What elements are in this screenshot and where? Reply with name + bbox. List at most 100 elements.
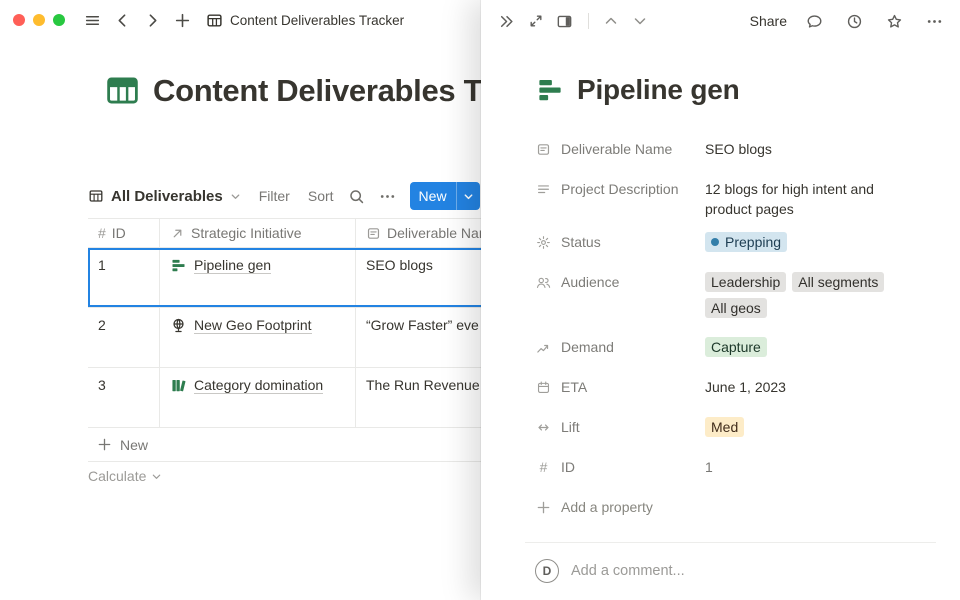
comment-placeholder: Add a comment...	[571, 563, 685, 579]
property-label-text: Lift	[561, 419, 580, 435]
cell-id[interactable]: 2	[88, 308, 160, 367]
calculate-button[interactable]: Calculate	[88, 468, 162, 484]
cell-strategic-initiative[interactable]: New Geo Footprint	[160, 308, 356, 367]
page-options-button[interactable]	[921, 8, 948, 35]
property-value[interactable]: Capture	[705, 330, 767, 357]
property-label-text: Audience	[561, 274, 619, 290]
bar-chart-page-icon-large[interactable]	[535, 75, 565, 105]
window-title: Content Deliverables Tracker	[230, 13, 404, 28]
demand-pill[interactable]: Capture	[705, 337, 767, 357]
search-icon	[348, 188, 365, 205]
plus-icon	[535, 500, 552, 515]
property-label-text: ID	[561, 459, 575, 475]
property-label-text: ETA	[561, 379, 587, 395]
globe-page-icon	[170, 317, 187, 334]
audience-pill[interactable]: Leadership	[705, 272, 786, 292]
property-value[interactable]: Prepping	[705, 225, 787, 252]
cell-strategic-initiative[interactable]: Category domination	[160, 368, 356, 427]
ellipsis-icon	[379, 188, 396, 205]
view-tab-all-deliverables[interactable]: All Deliverables	[88, 188, 241, 205]
lift-pill[interactable]: Med	[705, 417, 744, 437]
side-peek-panel: Share Pipeline gen	[481, 0, 960, 600]
window-controls	[13, 14, 65, 26]
share-button[interactable]: Share	[750, 13, 787, 29]
close-window-button[interactable]	[13, 14, 25, 26]
minimize-window-button[interactable]	[33, 14, 45, 26]
add-property-label: Add a property	[561, 499, 653, 515]
chevron-left-icon	[114, 12, 131, 29]
add-property-button[interactable]: Add a property	[535, 490, 920, 524]
section-divider	[525, 542, 936, 543]
favorite-button[interactable]	[881, 8, 908, 35]
property-label[interactable]: Status	[535, 225, 705, 259]
property-value[interactable]: SEO blogs	[705, 132, 772, 159]
property-value[interactable]: 12 blogs for high intent and product pag…	[705, 172, 920, 219]
page-link-pipeline-gen[interactable]: Pipeline gen	[170, 257, 271, 274]
side-peek-icon	[556, 13, 573, 30]
column-label: Strategic Initiative	[191, 225, 302, 241]
chevron-down-icon	[632, 13, 648, 29]
property-label[interactable]: Lift	[535, 410, 705, 444]
status-pill[interactable]: Prepping	[705, 232, 787, 252]
back-button[interactable]	[109, 7, 136, 34]
property-label[interactable]: Demand	[535, 330, 705, 364]
property-label-text: Demand	[561, 339, 614, 355]
toolbar-divider	[588, 13, 589, 29]
property-label[interactable]: ETA	[535, 370, 705, 404]
page-link-label: Category domination	[194, 377, 323, 394]
cell-strategic-initiative[interactable]: Pipeline gen	[160, 248, 356, 307]
audience-pill[interactable]: All segments	[792, 272, 884, 292]
status-sun-icon	[535, 235, 552, 250]
page-link-category-domination[interactable]: Category domination	[170, 377, 323, 394]
property-value[interactable]: June 1, 2023	[705, 370, 786, 397]
column-header-id[interactable]: # ID	[88, 219, 160, 247]
forward-button[interactable]	[139, 7, 166, 34]
open-full-page-button[interactable]	[522, 8, 549, 35]
next-record-button[interactable]	[626, 8, 653, 35]
page-link-label: Pipeline gen	[194, 257, 271, 274]
new-record-button[interactable]: New	[410, 182, 480, 210]
app-window: Content Deliverables Tracker Content Del…	[0, 0, 960, 600]
previous-record-button[interactable]	[597, 8, 624, 35]
clock-icon	[846, 13, 863, 30]
close-peek-button[interactable]	[493, 8, 520, 35]
chevron-down-icon[interactable]	[457, 191, 480, 202]
comment-input[interactable]: D Add a comment...	[535, 559, 920, 583]
new-page-button[interactable]	[169, 7, 196, 34]
property-value[interactable]: Med	[705, 410, 744, 437]
text-lines-icon	[535, 182, 552, 197]
title-property-icon	[366, 226, 381, 241]
property-row-demand: Demand Capture	[535, 330, 920, 364]
hash-icon: #	[535, 459, 552, 475]
property-label[interactable]: # ID	[535, 450, 705, 484]
new-record-label: New	[410, 188, 456, 204]
comments-button[interactable]	[801, 8, 828, 35]
peek-mode-button[interactable]	[551, 8, 578, 35]
column-header-strategic-initiative[interactable]: Strategic Initiative	[160, 219, 356, 247]
status-dot	[711, 238, 719, 246]
property-label[interactable]: Deliverable Name	[535, 132, 705, 166]
table-view-icon	[88, 188, 104, 204]
property-value[interactable]: 1	[705, 450, 713, 477]
filter-button[interactable]: Filter	[259, 188, 290, 204]
sidebar-toggle-button[interactable]	[79, 7, 106, 34]
search-button[interactable]	[348, 188, 365, 205]
hash-icon: #	[98, 225, 106, 241]
updates-button[interactable]	[841, 8, 868, 35]
column-label: ID	[112, 225, 126, 241]
view-name: All Deliverables	[111, 188, 223, 205]
record-title[interactable]: Pipeline gen	[577, 74, 740, 106]
zoom-window-button[interactable]	[53, 14, 65, 26]
star-icon	[886, 13, 903, 30]
sort-button[interactable]: Sort	[308, 188, 334, 204]
property-label[interactable]: Audience	[535, 265, 705, 299]
cell-id[interactable]: 3	[88, 368, 160, 427]
audience-pill[interactable]: All geos	[705, 298, 767, 318]
calendar-icon	[535, 380, 552, 395]
page-link-new-geo-footprint[interactable]: New Geo Footprint	[170, 317, 312, 334]
cell-id[interactable]: 1	[88, 248, 160, 307]
page-table-icon-large[interactable]	[104, 72, 141, 109]
property-label[interactable]: Project Description	[535, 172, 705, 206]
view-options-button[interactable]	[379, 188, 396, 205]
property-value[interactable]: Leadership All segments All geos	[705, 265, 915, 318]
